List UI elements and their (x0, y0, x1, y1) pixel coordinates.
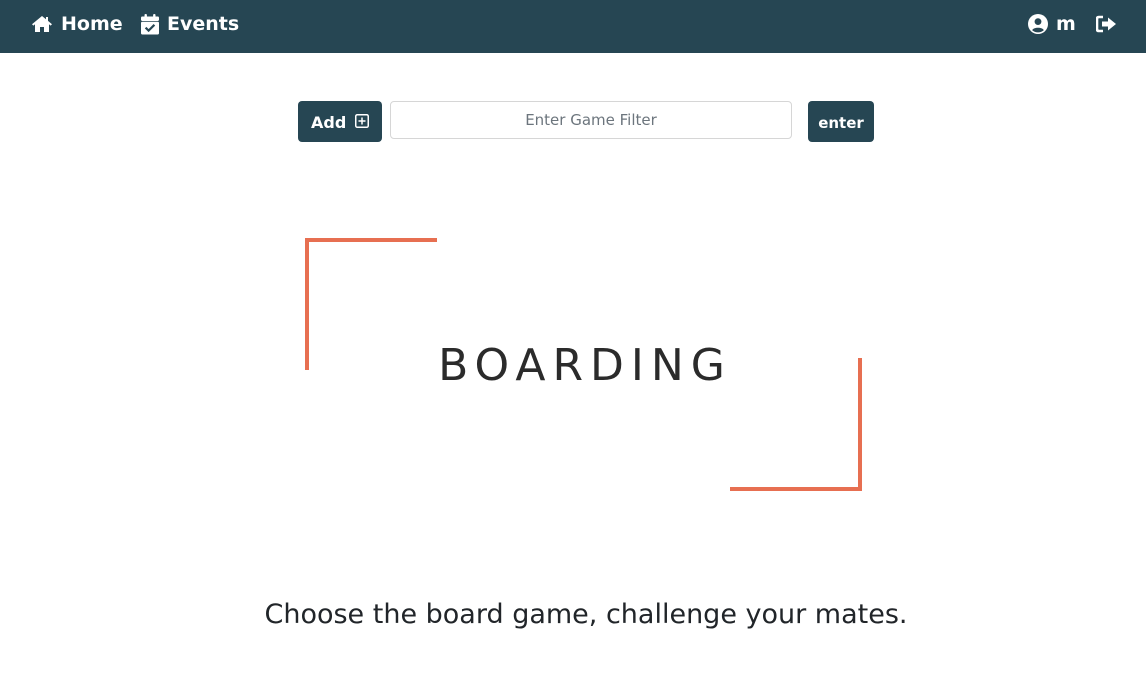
plus-square-icon (355, 113, 369, 132)
nav-home-label: Home (61, 13, 123, 35)
user-circle-icon (1028, 14, 1048, 34)
brand-wordmark: BOARDING (438, 340, 732, 391)
tagline-text: Choose the board game, challenge your ma… (264, 599, 908, 630)
add-button-label: Add (311, 113, 347, 132)
enter-filter-button[interactable]: enter (808, 101, 874, 142)
calendar-check-icon (141, 13, 159, 35)
nav-home-link[interactable]: Home (31, 0, 123, 48)
nav-events-link[interactable]: Events (141, 0, 239, 48)
nav-events-label: Events (167, 13, 240, 35)
nav-user-label: m (1056, 13, 1076, 35)
home-icon (31, 15, 53, 33)
top-navbar: Home Events m (0, 0, 1146, 53)
sign-out-icon (1096, 15, 1118, 33)
nav-user-link[interactable]: m (1028, 0, 1076, 48)
add-game-button[interactable]: Add (298, 101, 382, 142)
logout-button[interactable] (1096, 0, 1118, 48)
game-filter-input[interactable] (390, 101, 792, 139)
